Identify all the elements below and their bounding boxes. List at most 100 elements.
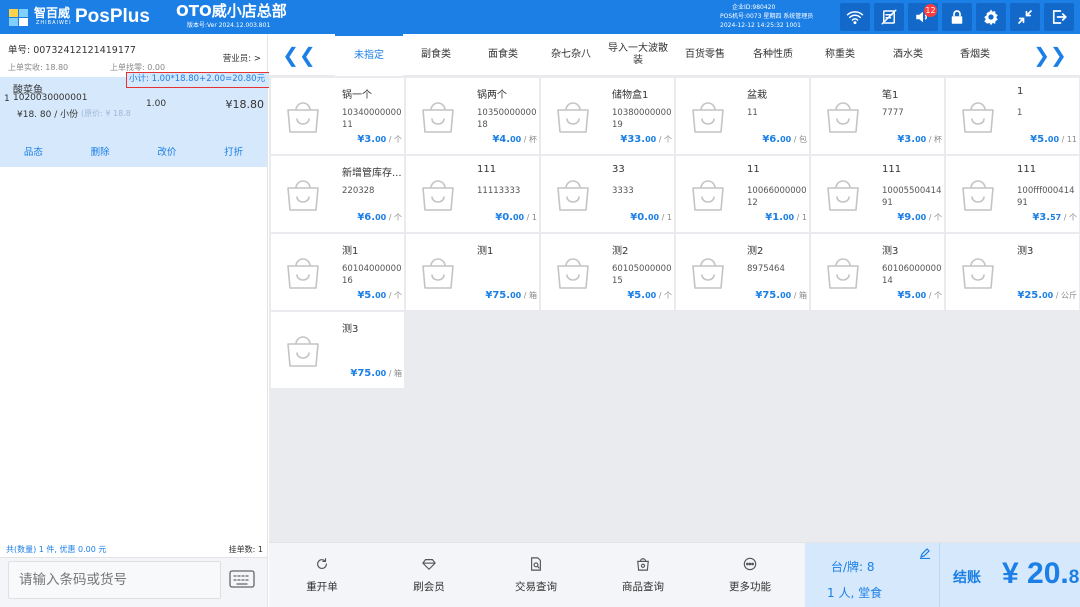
product-card[interactable]: 测2 8975464 ¥75.00 / 箱 <box>676 234 809 310</box>
table-info-panel[interactable]: 台/牌: 8 1 人, 堂食 <box>805 543 939 607</box>
product-code: 1035000000018 <box>477 108 537 130</box>
tab-general-retail[interactable]: 百货零售 <box>671 34 739 76</box>
product-query-button[interactable]: 商品查询 <box>590 543 696 607</box>
product-placeholder-icon <box>827 258 859 289</box>
product-unit: / 个 <box>658 135 672 144</box>
tab-unassigned[interactable]: 未指定 <box>335 34 403 76</box>
product-card[interactable]: 测3 6010600000014 ¥5.00 / 个 <box>811 234 944 310</box>
printer-status-button[interactable] <box>874 3 904 31</box>
product-code: 1 <box>1017 108 1023 118</box>
product-price-dec: 00 <box>780 135 792 144</box>
product-card[interactable]: 盆栽 11 ¥6.00 / 包 <box>676 78 809 154</box>
edit-icon[interactable] <box>919 547 931 559</box>
product-placeholder-icon <box>557 258 589 289</box>
tab-various[interactable]: 各种性质 <box>739 34 807 76</box>
product-card[interactable]: 111 100fff00041491 ¥3.57 / 个 <box>946 156 1079 232</box>
wifi-button[interactable] <box>840 3 870 31</box>
keyboard-button[interactable] <box>224 564 260 594</box>
product-price-dec: 00 <box>375 369 387 378</box>
product-card[interactable]: 测1 6010400000016 ¥5.00 / 个 <box>271 234 404 310</box>
product-placeholder-icon <box>422 102 454 133</box>
lock-button[interactable] <box>942 3 972 31</box>
tab-misc[interactable]: 杂七杂八 <box>537 34 605 76</box>
item-amount: ¥18.80 <box>225 98 265 111</box>
lock-icon <box>951 10 963 24</box>
product-price-int: ¥6. <box>762 134 781 145</box>
reopen-order-button[interactable]: 重开单 <box>269 543 375 607</box>
item-flavor-button[interactable]: 品态 <box>3 144 63 158</box>
product-code: 1038000000019 <box>612 108 672 130</box>
product-placeholder-icon <box>692 180 724 211</box>
double-chevron-right-icon: ❯❯ <box>1033 43 1067 67</box>
product-card[interactable]: 储物盒1 1038000000019 ¥33.00 / 个 <box>541 78 674 154</box>
tabs-prev-button[interactable]: ❮❮ <box>269 34 329 76</box>
tab-tobacco[interactable]: 香烟类 <box>941 34 1009 76</box>
product-price-int: ¥9. <box>897 212 916 223</box>
product-placeholder-icon <box>557 102 589 133</box>
product-name: 测1 <box>342 246 359 257</box>
wifi-icon <box>846 11 864 25</box>
product-card[interactable]: 11 1006600000012 ¥1.00 / 1 <box>676 156 809 232</box>
settings-button[interactable] <box>976 3 1006 31</box>
shrink-button[interactable] <box>1010 3 1040 31</box>
product-price-int: ¥5. <box>1030 134 1048 145</box>
tabs-next-button[interactable]: ❯❯ <box>1020 34 1080 76</box>
product-card[interactable]: 测3 ¥75.00 / 箱 <box>271 312 404 388</box>
product-placeholder-icon <box>422 258 454 289</box>
product-card[interactable]: 1 1 ¥5.00 / 11 <box>946 78 1079 154</box>
header-toolbar: 12 <box>840 3 1074 31</box>
product-price: ¥5.00 / 个 <box>357 290 402 301</box>
transaction-query-label: 交易查询 <box>515 581 557 593</box>
more-functions-label: 更多功能 <box>729 581 771 593</box>
product-card[interactable]: 锅两个 1035000000018 ¥4.00 / 杯 <box>406 78 539 154</box>
product-unit: / 1 <box>796 213 807 222</box>
product-price: ¥6.00 / 个 <box>357 212 402 223</box>
product-card[interactable]: 测2 6010500000015 ¥5.00 / 个 <box>541 234 674 310</box>
product-card[interactable]: 测3 ¥25.00 / 公斤 <box>946 234 1079 310</box>
product-name: 测1 <box>477 246 494 257</box>
product-code: 6010600000014 <box>882 264 942 286</box>
product-card[interactable]: 新增管库存... 220328 ¥6.00 / 个 <box>271 156 404 232</box>
tab-noodle[interactable]: 面食类 <box>469 34 537 76</box>
brand-logo-icon <box>9 9 28 26</box>
product-price-dec: 00 <box>782 213 795 222</box>
product-card[interactable]: 测1 ¥75.00 / 箱 <box>406 234 539 310</box>
tab-weighing[interactable]: 称重类 <box>806 34 874 76</box>
sales-person-selector[interactable]: 营业员: > <box>223 52 261 64</box>
reopen-order-label: 重开单 <box>306 581 338 593</box>
product-card[interactable]: 111 1000550041491 ¥9.00 / 个 <box>811 156 944 232</box>
product-name: 新增管库存... <box>342 168 402 179</box>
exit-button[interactable] <box>1044 3 1074 31</box>
transaction-query-button[interactable]: 交易查询 <box>483 543 589 607</box>
product-price-int: ¥33. <box>620 134 646 145</box>
more-functions-button[interactable]: 更多功能 <box>697 543 803 607</box>
item-action-bar: 品态 删除 改价 打折 <box>0 135 267 167</box>
product-name: 111 <box>882 164 902 175</box>
product-unit: / 个 <box>1063 213 1077 222</box>
tab-drinks[interactable]: 酒水类 <box>874 34 942 76</box>
product-card[interactable]: 111 11113333 ¥0.00 / 1 <box>406 156 539 232</box>
item-delete-button[interactable]: 删除 <box>70 144 130 158</box>
item-discount-button[interactable]: 打折 <box>204 144 264 158</box>
notification-badge: 12 <box>924 4 937 17</box>
tab-bulk-import[interactable]: 导入一大波散装 <box>604 34 672 76</box>
item-change-price-button[interactable]: 改价 <box>137 144 197 158</box>
tab-snack[interactable]: 副食类 <box>402 34 470 76</box>
product-price-dec: 00 <box>915 213 927 222</box>
product-code: 6010400000016 <box>342 264 402 286</box>
member-card-button[interactable]: 刷会员 <box>376 543 482 607</box>
product-name: 锅两个 <box>477 90 507 101</box>
diamond-icon <box>422 559 436 570</box>
product-price-int: ¥0. <box>630 212 648 223</box>
barcode-input[interactable] <box>8 561 221 599</box>
product-unit: / 个 <box>928 291 942 300</box>
order-number: 单号: 007324121214191​77 <box>8 45 136 56</box>
notification-button[interactable]: 12 <box>908 3 938 31</box>
product-price-int: ¥6. <box>357 212 376 223</box>
product-placeholder-icon <box>827 102 859 133</box>
checkout-button[interactable]: 结账 ¥ 20.80 <box>939 543 1080 607</box>
product-card[interactable]: 笔1 7777 ¥3.00 / 杯 <box>811 78 944 154</box>
product-card[interactable]: 锅一个 1034000000011 ¥3.00 / 个 <box>271 78 404 154</box>
hold-order-count: 挂单数: 1 <box>228 545 263 554</box>
product-card[interactable]: 33 3333 ¥0.00 / 1 <box>541 156 674 232</box>
